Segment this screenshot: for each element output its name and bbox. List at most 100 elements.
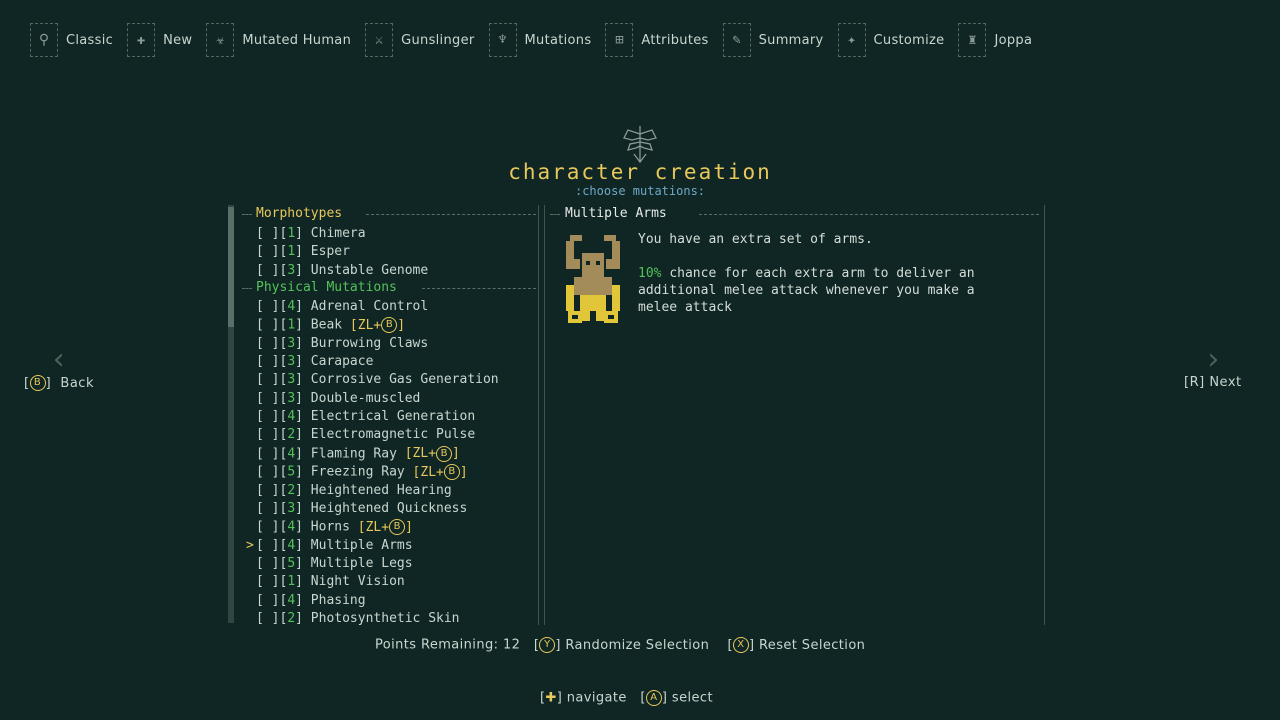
breadcrumb-item[interactable]: ♜ Joppa [958, 23, 1032, 57]
mutation-cost: 3 [287, 335, 296, 351]
checkbox[interactable]: [ ] [256, 483, 279, 498]
multiple-arms-icon [566, 235, 620, 323]
mutation-cost: 5 [287, 555, 296, 571]
checkbox[interactable]: [ ] [256, 299, 279, 314]
mutation-name: Heightened Quickness [310, 500, 468, 516]
mutation-name: Corrosive Gas Generation [310, 372, 499, 388]
breadcrumb: ⚲ Classic ✚ New ☣ Mutated Human ⚔ Gunslinger ♆ Mu… [30, 20, 1046, 60]
checkbox[interactable]: [ ] [256, 354, 279, 369]
mutation-option[interactable]: [ ][2] Electromagnetic Pulse [256, 427, 475, 442]
b-button-icon: B [381, 317, 398, 334]
reset-label: Reset Selection [758, 637, 866, 653]
back-label: Back [60, 375, 94, 391]
reset-button[interactable]: [X] Reset Selection [727, 637, 866, 653]
breadcrumb-item[interactable]: ⚔ Gunslinger [365, 23, 474, 57]
mutation-cost: 4 [287, 299, 296, 314]
breadcrumb-item[interactable]: ☣ Mutated Human [206, 23, 351, 57]
mutation-option[interactable]: [ ][5] Multiple Legs [256, 556, 413, 571]
mutation-name: Beak [310, 317, 343, 333]
mutation-option[interactable]: [ ][3] Burrowing Claws [256, 336, 428, 351]
mutation-cost: 4 [287, 409, 296, 425]
scrollbar[interactable] [228, 205, 234, 623]
checkbox[interactable]: [ ] [256, 336, 279, 351]
checkbox[interactable]: [ ] [256, 446, 279, 461]
controls-hint: [✚] navigate [A] select [540, 690, 713, 706]
checkbox[interactable]: [ ] [256, 593, 279, 608]
checkbox[interactable]: [ ] [256, 465, 279, 480]
breadcrumb-label: Joppa [994, 32, 1033, 48]
mutation-option[interactable]: [ ][1] Night Vision [256, 574, 405, 589]
breadcrumb-item[interactable]: ✦ Customize [837, 23, 945, 57]
mutation-option[interactable]: [ ][3] Corrosive Gas Generation [256, 372, 499, 387]
mutation-cost: 1 [287, 244, 296, 260]
checkbox[interactable]: [ ] [256, 611, 279, 626]
mutation-cost: 3 [287, 390, 296, 406]
mutation-option[interactable]: [ ][4] Flaming Ray [ZL+ B] [256, 445, 460, 462]
mutation-option[interactable]: [ ][5] Freezing Ray [ZL+ B] [256, 464, 468, 481]
r-button-icon: [R] [1184, 375, 1205, 390]
breadcrumb-label: Mutations [524, 32, 592, 48]
mutation-option[interactable]: [ ][4] Phasing [256, 593, 366, 608]
checkbox[interactable]: [ ] [256, 244, 279, 259]
breadcrumb-item[interactable]: ⚲ Classic [30, 23, 113, 57]
checkbox[interactable]: [ ] [256, 538, 279, 553]
panel-divider [1044, 205, 1045, 625]
mutation-cost: 4 [287, 592, 296, 608]
classic-icon: ⚲ [30, 23, 58, 57]
detail-description: You have an extra set of arms. [638, 232, 873, 247]
checkbox[interactable]: [ ] [256, 574, 279, 589]
breadcrumb-item[interactable]: ✚ New [127, 23, 192, 57]
mutation-option[interactable]: [ ][3] Carapace [256, 354, 373, 369]
back-button[interactable]: ‹ [B] Back [24, 345, 94, 391]
mutation-option[interactable]: [ ][1] Beak [ZL+ B] [256, 317, 405, 334]
zl-b-hotkey: [ZL+ B] [396, 445, 460, 462]
mutation-name: Photosynthetic Skin [310, 610, 460, 626]
panel-divider [544, 205, 545, 625]
checkbox[interactable]: [ ] [256, 427, 279, 442]
checkbox[interactable]: [ ] [256, 391, 279, 406]
checkbox[interactable]: [ ] [256, 501, 279, 516]
randomize-button[interactable]: [Y] Randomize Selection [534, 637, 709, 653]
mutation-cost: 1 [287, 574, 296, 590]
mutation-name: Night Vision [310, 574, 405, 590]
breadcrumb-item[interactable]: ✎ Summary [722, 23, 824, 57]
mutation-option[interactable]: [ ][4] Electrical Generation [256, 409, 475, 424]
mutation-option[interactable]: [ ][2] Photosynthetic Skin [256, 611, 460, 626]
mutation-name: Chimera [310, 226, 366, 241]
breadcrumb-label: New [163, 32, 193, 48]
mutation-name: Burrowing Claws [310, 335, 429, 351]
dpad-icon: ✚ [545, 690, 557, 706]
bottom-bar: Points Remaining: 12 [Y] Randomize Selec… [375, 637, 865, 653]
checkbox[interactable]: [ ] [256, 263, 279, 278]
checkbox[interactable]: [ ] [256, 520, 279, 535]
mutation-option[interactable]: [ ][4] Multiple Arms [256, 538, 413, 553]
checkbox[interactable]: [ ] [256, 409, 279, 424]
checkbox[interactable]: [ ] [256, 372, 279, 387]
mutation-option[interactable]: [ ][2] Heightened Hearing [256, 483, 452, 498]
x-button-icon: X [732, 637, 749, 653]
summary-icon: ✎ [722, 23, 751, 57]
mutant-icon: ☣ [206, 23, 235, 57]
breadcrumb-item[interactable]: ♆ Mutations [488, 23, 592, 57]
breadcrumb-item[interactable]: ⊞ Attributes [605, 23, 708, 57]
mutation-option[interactable]: [ ][3] Heightened Quickness [256, 501, 467, 516]
mutation-name: Adrenal Control [310, 299, 429, 314]
section-physical-mutations: Physical Mutations [256, 280, 397, 295]
scrollbar-thumb[interactable] [228, 207, 234, 327]
checkbox[interactable]: [ ] [256, 556, 279, 571]
emblem-icon [623, 126, 657, 164]
mutation-option[interactable]: [ ][1] Esper [256, 244, 350, 259]
mutation-name: Electrical Generation [310, 409, 476, 425]
next-button[interactable]: › [R] Next [1184, 345, 1242, 391]
b-button-icon: B [389, 519, 406, 536]
checkbox[interactable]: [ ] [256, 318, 279, 333]
mutation-option[interactable]: [ ][4] Horns [ZL+ B] [256, 519, 413, 536]
mutation-list-panel: Morphotypes Physical Mutations [ ][1] Ch… [228, 205, 544, 627]
mutation-name: Multiple Arms [310, 537, 413, 553]
mutation-option[interactable]: [ ][3] Double-muscled [256, 391, 420, 406]
checkbox[interactable]: [ ] [256, 226, 279, 241]
mutation-option[interactable]: [ ][3] Unstable Genome [256, 263, 428, 278]
mutation-option[interactable]: [ ][1] Chimera [256, 226, 366, 241]
detail-title: Multiple Arms [565, 206, 667, 221]
mutation-option[interactable]: [ ][4] Adrenal Control [256, 299, 428, 314]
